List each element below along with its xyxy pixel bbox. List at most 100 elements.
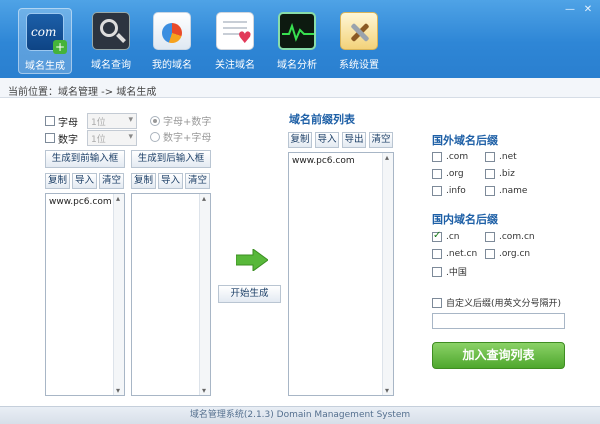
mode-radio[interactable]	[150, 115, 160, 126]
suffix-net[interactable]: .net	[485, 152, 517, 162]
heart-list-icon: ♥	[216, 12, 254, 50]
digits-label: 数字	[58, 134, 78, 146]
mode-letters-digits[interactable]: 字母+数字	[150, 113, 211, 128]
window-controls: — ✕	[564, 4, 594, 16]
custom-suffix-checkbox[interactable]	[432, 297, 442, 308]
right-clear-button[interactable]: 清空	[185, 173, 210, 189]
toolbar-label: 系统设置	[339, 60, 379, 71]
suffix-input-scrollbar[interactable]	[199, 194, 210, 395]
digits-row: 数字 1位	[45, 130, 137, 146]
suffix-com-cn[interactable]: .com.cn	[485, 232, 535, 242]
generate-to-suffix-button[interactable]: 生成到后输入框	[131, 150, 211, 168]
arrow-right-icon	[236, 249, 268, 271]
suffix-info[interactable]: .info	[432, 186, 466, 196]
suffix-checkbox[interactable]	[485, 186, 495, 196]
add-to-query-list-button[interactable]: 加入查询列表	[432, 342, 565, 369]
start-generate-button[interactable]: 开始生成	[218, 285, 281, 303]
pie-chart-icon	[153, 12, 191, 50]
left-clear-button[interactable]: 清空	[99, 173, 124, 189]
toolbar-domain-generate[interactable]: com + 域名生成	[18, 8, 72, 74]
tools-icon	[340, 12, 378, 50]
letters-checkbox[interactable]	[45, 116, 55, 126]
right-import-button[interactable]: 导入	[158, 173, 183, 189]
toolbar-domain-query[interactable]: 域名查询	[84, 8, 138, 74]
mode-label: 数字+字母	[163, 133, 212, 144]
suffix-label: .info	[446, 186, 466, 196]
toolbar-domain-analysis[interactable]: 域名分析	[270, 8, 324, 74]
suffix-input-box[interactable]	[131, 193, 211, 396]
left-import-button[interactable]: 导入	[72, 173, 97, 189]
digits-checkbox[interactable]	[45, 133, 55, 143]
suffix-zhongguo[interactable]: .中国	[432, 265, 467, 278]
list-clear-button[interactable]: 清空	[369, 132, 393, 148]
top-toolbar: — ✕ com + 域名生成 域名查询 我的域名 ♥ 关注域名 域名分析 系统设置	[0, 0, 600, 78]
suffix-checkbox[interactable]	[432, 266, 442, 277]
suffix-org-cn[interactable]: .org.cn	[485, 249, 530, 259]
prefix-list-scrollbar[interactable]	[382, 153, 393, 395]
toolbar-label: 我的域名	[152, 60, 192, 71]
list-copy-button[interactable]: 复制	[288, 132, 312, 148]
prefix-list-box[interactable]: www.pc6.com	[288, 152, 394, 396]
toolbar-label: 关注域名	[215, 60, 255, 71]
digits-length-select[interactable]: 1位	[87, 130, 137, 146]
right-copy-button[interactable]: 复制	[131, 173, 156, 189]
suffix-name[interactable]: .name	[485, 186, 527, 196]
suffix-label: .net	[499, 152, 517, 162]
suffix-label: .net.cn	[446, 249, 478, 259]
suffix-checkbox[interactable]	[432, 230, 442, 242]
toolbar-watch-domains[interactable]: ♥ 关注域名	[208, 8, 262, 74]
prefix-input-scrollbar[interactable]	[113, 194, 124, 395]
toolbar-system-settings[interactable]: 系统设置	[332, 8, 386, 74]
custom-suffix-row[interactable]: 自定义后缀(用英文分号隔开)	[432, 296, 561, 309]
suffix-label: .中国	[446, 268, 467, 278]
left-copy-button[interactable]: 复制	[45, 173, 70, 189]
magnifier-icon	[92, 12, 130, 50]
suffix-checkbox[interactable]	[485, 249, 495, 259]
mode-label: 字母+数字	[163, 117, 212, 128]
mode-radio[interactable]	[150, 131, 160, 142]
pulse-chart-icon	[278, 12, 316, 50]
suffix-biz[interactable]: .biz	[485, 169, 515, 179]
generate-to-prefix-button[interactable]: 生成到前输入框	[45, 150, 125, 168]
letters-length-select[interactable]: 1位	[87, 113, 137, 129]
suffix-net-cn[interactable]: .net.cn	[432, 249, 477, 259]
suffix-label: .com.cn	[499, 232, 535, 242]
minimize-button[interactable]: —	[564, 4, 576, 16]
suffix-label: .org.cn	[499, 249, 531, 259]
main-panel: 字母 1位 数字 1位 字母+数字 数字+字母 生成到前输入框 生成到后输入框 …	[0, 99, 600, 406]
list-export-button[interactable]: 导出	[342, 132, 366, 148]
custom-suffix-input[interactable]	[432, 313, 565, 329]
suffix-cn[interactable]: .cn	[432, 230, 460, 242]
letters-row: 字母 1位	[45, 113, 137, 129]
suffix-checkbox[interactable]	[485, 169, 495, 179]
toolbar-label: 域名查询	[91, 60, 131, 71]
suffix-com[interactable]: .com	[432, 152, 468, 162]
toolbar-label: 域名分析	[277, 60, 317, 71]
prefix-list-text: www.pc6.com	[292, 156, 355, 166]
suffix-checkbox[interactable]	[432, 249, 442, 259]
domestic-suffix-title: 国内域名后缀	[432, 213, 498, 226]
suffix-label: .cn	[446, 232, 460, 242]
mode-digits-letters[interactable]: 数字+字母	[150, 129, 211, 144]
custom-suffix-label: 自定义后缀(用英文分号隔开)	[446, 299, 562, 309]
suffix-label: .biz	[499, 169, 515, 179]
status-bar: 域名管理系统(2.1.3) Domain Management System	[0, 406, 600, 424]
close-button[interactable]: ✕	[582, 4, 594, 16]
prefix-input-box[interactable]: www.pc6.com	[45, 193, 125, 396]
suffix-label: .com	[446, 152, 469, 162]
suffix-checkbox[interactable]	[485, 152, 495, 162]
foreign-suffix-title: 国外域名后缀	[432, 134, 498, 147]
breadcrumb: 当前位置：域名管理 -> 域名生成	[0, 78, 600, 98]
suffix-org[interactable]: .org	[432, 169, 464, 179]
prefix-list-title: 域名前缀列表	[289, 113, 355, 126]
toolbar-my-domains[interactable]: 我的域名	[145, 8, 199, 74]
toolbar-label: 域名生成	[25, 61, 65, 72]
suffix-label: .org	[446, 169, 464, 179]
suffix-checkbox[interactable]	[432, 152, 442, 162]
list-import-button[interactable]: 导入	[315, 132, 339, 148]
suffix-checkbox[interactable]	[432, 186, 442, 196]
com-plus-icon: com +	[26, 13, 67, 54]
suffix-checkbox[interactable]	[485, 232, 495, 242]
suffix-checkbox[interactable]	[432, 169, 442, 179]
letters-label: 字母	[58, 117, 78, 129]
